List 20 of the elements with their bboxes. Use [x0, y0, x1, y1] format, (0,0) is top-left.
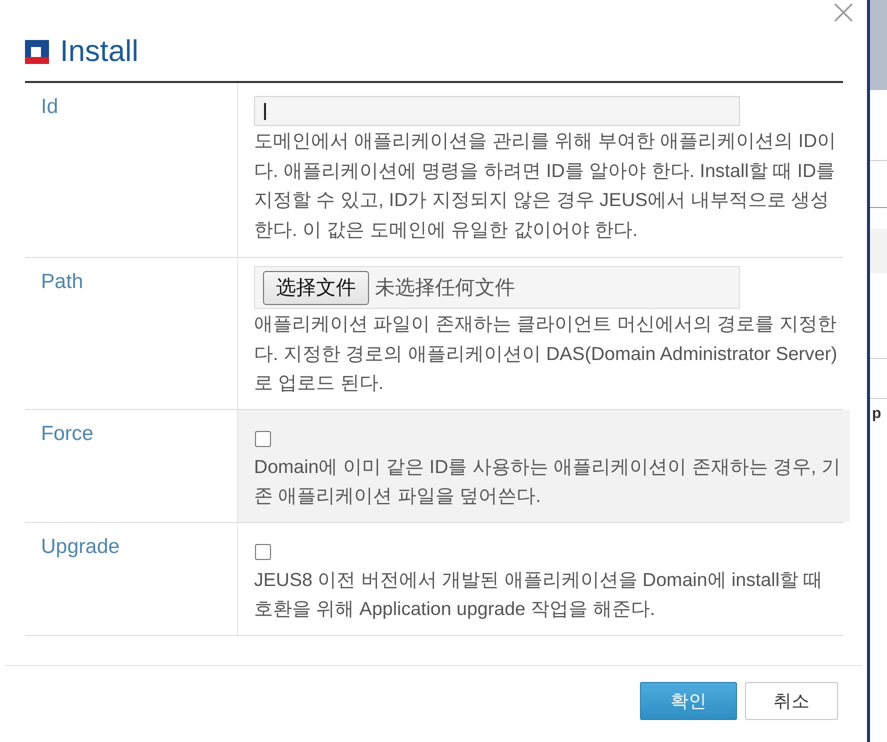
- field-label: Upgrade: [41, 534, 120, 558]
- cancel-button[interactable]: 취소: [745, 682, 838, 720]
- text-input-field[interactable]: [254, 96, 740, 126]
- close-icon[interactable]: [834, 3, 853, 22]
- field-description: 도메인에서 애플리케이션을 관리를 위해 부여한 애플리케이션의 ID이다. 애플리케이션에 명령을 하려면 ID를 알아야 한다. Install할 때 ID를 지정할 수 있고, ID가 지정되지 않은 경우 JEUS에서 내부적으로 생성한다. 이 값은 도메인에 유일한 값이어야 한다.: [254, 129, 838, 242]
- page-panel: [870, 229, 887, 273]
- field-description: JEUS8 이전 버전에서 개발된 애플리케이션을 Domain에 install할 때 호환을 위해 Application upgrade 작업을 해준다.: [254, 568, 824, 621]
- checkbox[interactable]: [255, 544, 271, 560]
- choose-file-button[interactable]: 选择文件: [263, 270, 369, 304]
- field-label: Force: [41, 422, 94, 444]
- app-logo-icon: [25, 40, 49, 64]
- field-description: Domain에 이미 같은 ID를 사용하는 애플리케이션이 존재하는 경우, 기존 애플리케이션 파일을 덮어쓴다.: [254, 454, 842, 508]
- page-text: p: [871, 405, 882, 423]
- field-description: 애플리케이션 파일이 존재하는 클라이언트 머신에서의 경로를 지정한다. 지정한 경로의 애플리케이션이 DAS(Domain Administrator Server)로 업로드 된다.: [254, 312, 838, 395]
- dialog-title: Install: [60, 34, 138, 70]
- file-status-text: 未选择任何文件: [375, 276, 515, 301]
- checkbox[interactable]: [255, 430, 271, 446]
- field-label: Id: [41, 95, 58, 118]
- field-label: Path: [41, 270, 84, 293]
- file-input-field[interactable]: 选择文件 未选择任何文件: [254, 266, 740, 309]
